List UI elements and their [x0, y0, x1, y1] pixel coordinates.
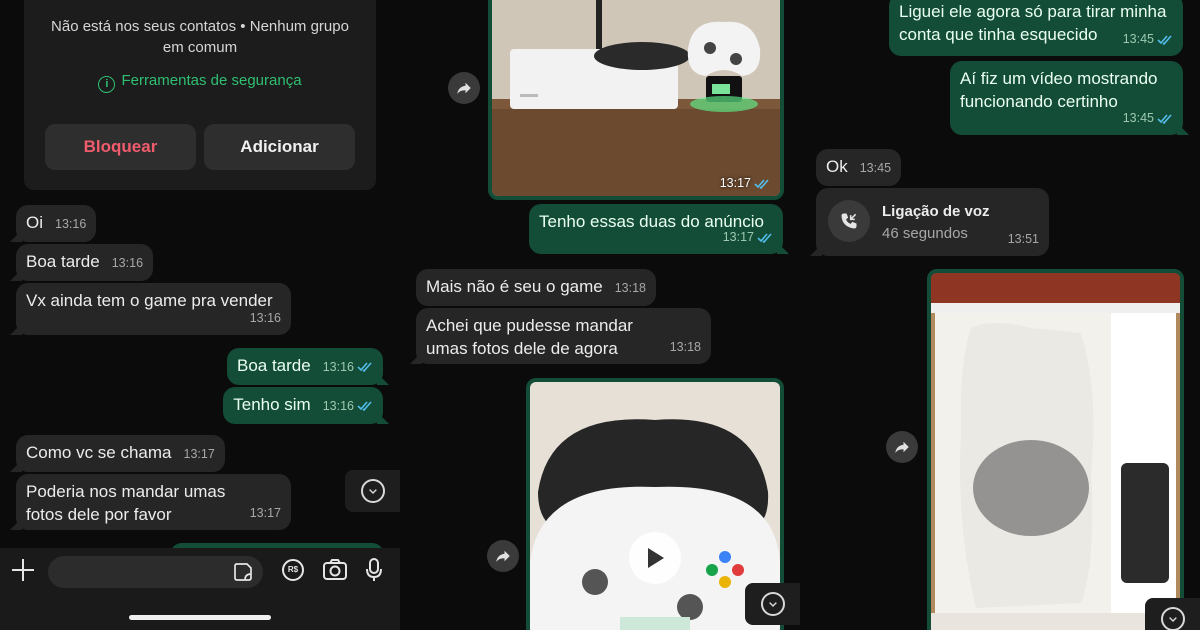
message-time: 13:45 — [859, 161, 892, 175]
double-check-icon — [357, 401, 373, 411]
forward-button[interactable] — [448, 72, 480, 104]
message-time: 13:17 — [249, 506, 281, 520]
sticker-icon[interactable] — [233, 562, 253, 582]
message-time: 13:16 — [111, 256, 144, 270]
info-icon: i — [98, 76, 116, 93]
message-incoming[interactable]: Poderia nos mandar umas fotos dele por f… — [16, 474, 291, 530]
message-time: 13:16 — [249, 311, 281, 325]
chat-panel-1: Não está nos seus contatos • Nenhum grup… — [0, 0, 400, 630]
message-time: 13:16 — [55, 217, 87, 231]
block-button[interactable]: Bloquear — [45, 124, 196, 170]
home-indicator — [129, 615, 271, 620]
message-incoming[interactable]: Vx ainda tem o game pra vender 13:16 — [16, 283, 291, 335]
forward-icon — [494, 547, 512, 565]
add-contact-button[interactable]: Adicionar — [204, 124, 355, 170]
chat-panel-3: Liguei ele agora só para tirar minha con… — [800, 0, 1200, 630]
double-check-icon — [357, 362, 373, 372]
message-time: 13:17 — [183, 447, 215, 461]
missed-call-icon — [828, 200, 870, 242]
message-text: Oi — [26, 213, 43, 232]
photo-message[interactable]: 13:17 — [488, 0, 784, 200]
message-incoming[interactable]: Como vc se chama 13:17 — [16, 435, 225, 472]
message-time: 13:45 — [1123, 107, 1173, 130]
call-time: 13:51 — [1007, 232, 1039, 246]
double-check-icon — [754, 179, 770, 189]
forward-icon — [893, 438, 911, 456]
message-text: Ok — [826, 157, 848, 176]
double-check-icon — [757, 233, 773, 243]
unknown-contact-card: Não está nos seus contatos • Nenhum grup… — [24, 0, 376, 190]
message-time: 13:16 — [322, 360, 354, 374]
forward-button[interactable] — [487, 540, 519, 572]
safety-tools-link[interactable]: i Ferramentas de segurança — [24, 72, 376, 93]
forward-button[interactable] — [886, 431, 918, 463]
message-time: 13:16 — [322, 399, 354, 413]
chat-panel-2: 13:17 Tenho essas duas do anúncio 13:17 … — [400, 0, 800, 630]
message-time: 13:45 — [1123, 28, 1173, 51]
message-text: Vx ainda tem o game pra vender — [26, 291, 273, 310]
message-time: 13:18 — [614, 281, 646, 295]
scroll-down-button[interactable] — [345, 470, 400, 512]
scroll-down-button[interactable] — [745, 583, 800, 625]
boxed-console-thumbnail — [931, 273, 1180, 630]
microphone-icon[interactable] — [364, 557, 384, 583]
message-outgoing[interactable]: Tenho essas duas do anúncio 13:17 — [529, 204, 783, 254]
double-check-icon — [1157, 114, 1173, 124]
forward-icon — [455, 79, 473, 97]
photo-time: 13:17 — [720, 176, 770, 190]
message-text: Achei que pudesse mandar umas fotos dele… — [426, 316, 633, 358]
message-text: Poderia nos mandar umas fotos dele por f… — [26, 482, 226, 524]
double-check-icon — [1157, 35, 1173, 45]
message-composer: R$ — [0, 548, 400, 630]
video-message[interactable] — [927, 269, 1184, 630]
camera-icon[interactable] — [322, 558, 348, 582]
scroll-down-icon — [760, 592, 785, 616]
scroll-down-icon — [360, 479, 385, 503]
message-incoming[interactable]: Boa tarde 13:16 — [16, 244, 154, 281]
message-text: Como vc se chama — [26, 443, 172, 462]
message-incoming[interactable]: Oi 13:16 — [16, 205, 97, 242]
message-text: Boa tarde — [236, 356, 311, 375]
message-text: Mais não é seu o game — [426, 277, 603, 296]
message-time: 13:18 — [669, 340, 701, 354]
voice-call-message[interactable]: Ligação de voz 46 segundos 13:51 — [816, 188, 1049, 256]
message-text: Aí fiz um vídeo mostrando funcionando ce… — [960, 69, 1158, 111]
scroll-down-button[interactable] — [1145, 598, 1200, 630]
contact-info-text: Não está nos seus contatos • Nenhum grup… — [51, 18, 349, 56]
message-incoming[interactable]: Mais não é seu o game 13:18 — [416, 269, 656, 306]
scroll-down-icon — [1160, 607, 1185, 630]
payment-icon[interactable]: R$ — [282, 559, 304, 581]
call-duration: 46 segundos — [882, 225, 968, 242]
message-text: Tenho sim — [233, 395, 311, 414]
message-outgoing[interactable]: Liguei ele agora só para tirar minha con… — [889, 0, 1183, 56]
message-outgoing[interactable]: Boa tarde 13:16 — [226, 348, 383, 385]
message-incoming[interactable]: Achei que pudesse mandar umas fotos dele… — [416, 308, 711, 364]
message-outgoing[interactable]: Tenho sim 13:16 — [223, 387, 383, 424]
play-button[interactable] — [629, 532, 681, 584]
plus-icon[interactable] — [12, 559, 34, 581]
xbox-console-photo — [492, 0, 780, 196]
message-input[interactable] — [48, 556, 263, 588]
message-text: Boa tarde — [26, 252, 100, 271]
controller-video-thumbnail — [530, 382, 780, 630]
call-title: Ligação de voz — [882, 203, 990, 220]
message-incoming[interactable]: Ok 13:45 — [816, 149, 902, 186]
message-time: 13:17 — [723, 226, 773, 249]
play-icon — [648, 548, 664, 568]
safety-tools-label: Ferramentas de segurança — [121, 72, 302, 89]
message-outgoing[interactable]: Aí fiz um vídeo mostrando funcionando ce… — [950, 61, 1183, 135]
